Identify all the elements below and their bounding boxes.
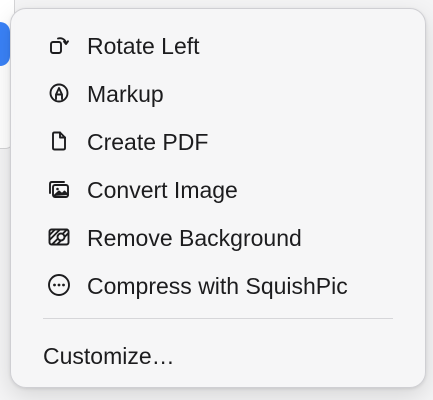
menu-item-markup[interactable]: Markup [17, 73, 419, 113]
menu-item-rotate-left[interactable]: Rotate Left [17, 25, 419, 65]
menu-item-label: Create PDF [87, 129, 209, 155]
menu-item-label: Rotate Left [87, 33, 200, 59]
background-selection-accent [0, 22, 10, 66]
ellipsis-circle-icon [47, 274, 71, 296]
markup-icon [47, 82, 71, 104]
rotate-left-icon [47, 34, 71, 56]
menu-item-label: Compress with SquishPic [87, 273, 348, 299]
photo-stack-icon [47, 178, 71, 200]
menu-item-customize[interactable]: Customize… [17, 335, 419, 375]
customize-label: Customize… [43, 343, 175, 369]
menu-item-remove-background[interactable]: Remove Background [17, 217, 419, 257]
menu-item-label: Remove Background [87, 225, 302, 251]
remove-background-icon [47, 226, 71, 248]
menu-item-convert-image[interactable]: Convert Image [17, 169, 419, 209]
menu-item-label: Convert Image [87, 177, 238, 203]
menu-item-compress-with-squishpic[interactable]: Compress with SquishPic [17, 265, 419, 305]
context-menu: Rotate Left Markup Create PDF Convert Im… [10, 8, 426, 388]
menu-item-label: Markup [87, 81, 164, 107]
menu-separator [43, 318, 393, 319]
document-icon [47, 130, 71, 152]
menu-item-create-pdf[interactable]: Create PDF [17, 121, 419, 161]
